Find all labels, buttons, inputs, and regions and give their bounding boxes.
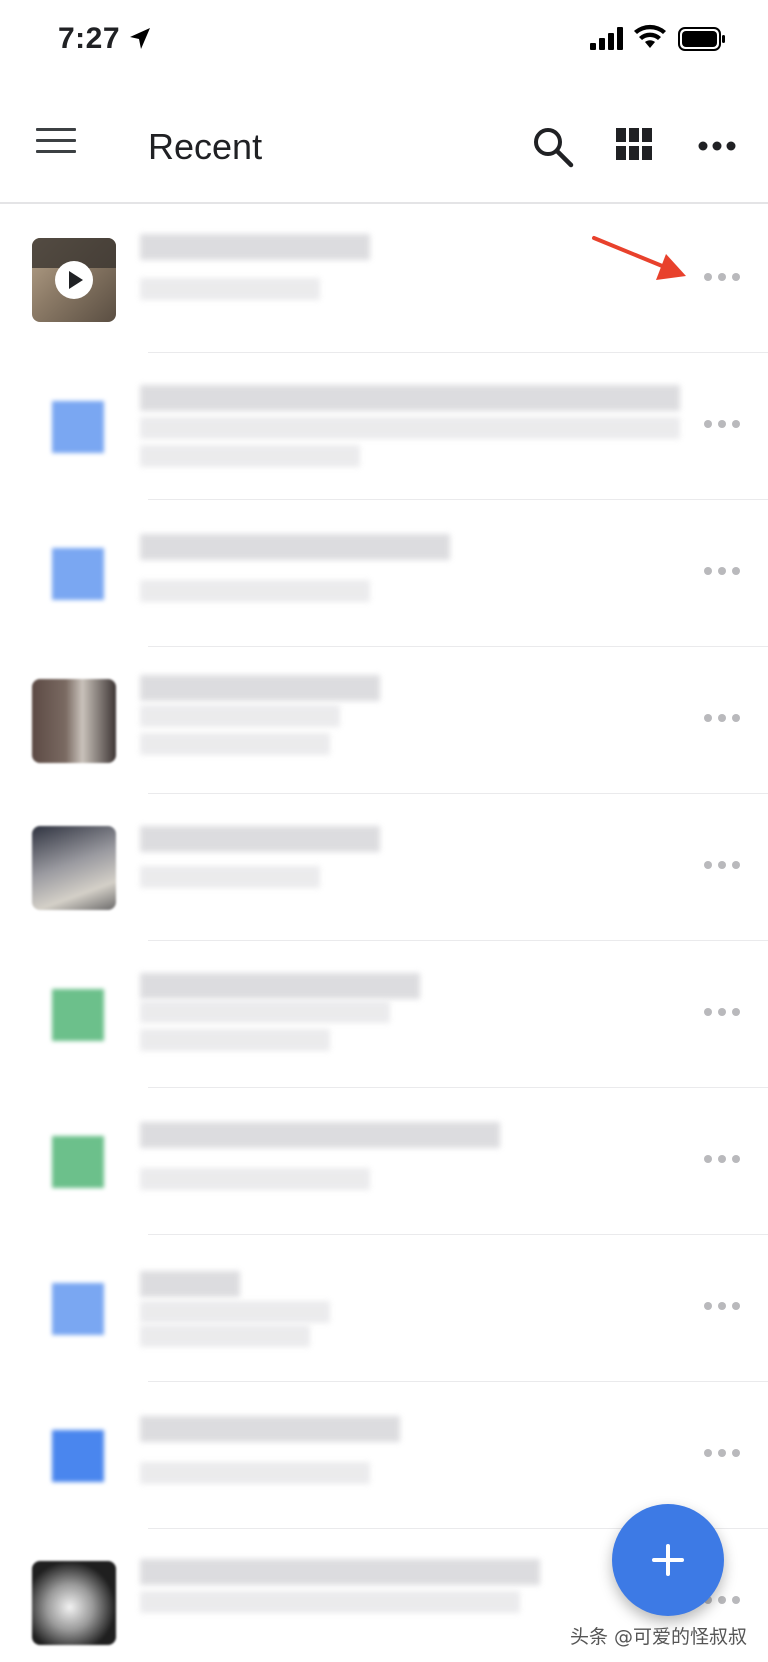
- list-item[interactable]: [0, 1235, 768, 1382]
- page-title: Recent: [148, 126, 263, 167]
- row-more-icon[interactable]: [704, 417, 740, 431]
- watermark: 头条 @可爱的怪叔叔: [570, 1626, 748, 1648]
- list-item[interactable]: [0, 353, 768, 500]
- row-more-icon[interactable]: [704, 1299, 740, 1313]
- list-item[interactable]: [0, 500, 768, 647]
- location-arrow-icon: [130, 28, 150, 49]
- more-options-icon[interactable]: [698, 140, 736, 152]
- video-thumbnail: [32, 238, 116, 322]
- list-item[interactable]: [0, 1088, 768, 1235]
- grid-view-icon[interactable]: [616, 128, 652, 160]
- battery-icon: [678, 27, 725, 51]
- doc-icon: [52, 548, 104, 600]
- play-icon: [55, 261, 93, 299]
- search-icon[interactable]: [532, 126, 574, 168]
- image-thumbnail: [32, 826, 116, 910]
- status-bar: 7:27: [0, 0, 768, 84]
- menu-icon[interactable]: [36, 128, 76, 162]
- list-item[interactable]: [0, 941, 768, 1088]
- row-more-icon[interactable]: [704, 1446, 740, 1460]
- doc-icon: [52, 1430, 104, 1482]
- wifi-icon: [634, 24, 666, 48]
- red-arrow-icon: [592, 236, 686, 280]
- row-more-icon[interactable]: [704, 1005, 740, 1019]
- new-file-button[interactable]: [612, 1504, 724, 1616]
- list-item[interactable]: [0, 794, 768, 941]
- row-more-icon[interactable]: [704, 858, 740, 872]
- app-bar: Recent: [0, 84, 768, 204]
- sheet-icon: [52, 1136, 104, 1188]
- doc-icon: [52, 401, 104, 453]
- sheet-icon: [52, 989, 104, 1041]
- status-time: 7:27: [58, 22, 121, 55]
- row-more-icon[interactable]: [704, 1152, 740, 1166]
- row-more-icon[interactable]: [704, 711, 740, 725]
- list-item[interactable]: [0, 647, 768, 794]
- cellular-signal-icon: [590, 27, 623, 50]
- row-more-icon[interactable]: [704, 270, 740, 284]
- image-thumbnail: [32, 1561, 116, 1645]
- row-more-icon[interactable]: [704, 564, 740, 578]
- doc-icon: [52, 1283, 104, 1335]
- recent-file-list: [0, 206, 768, 1662]
- image-thumbnail: [32, 679, 116, 763]
